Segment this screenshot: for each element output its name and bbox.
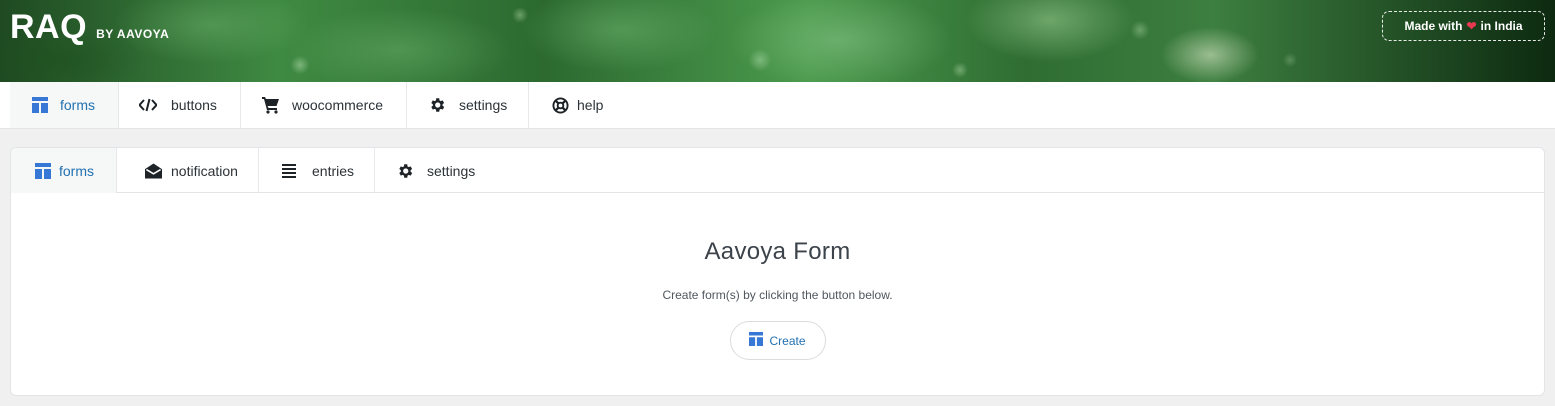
header-banner: RAQ BY AAVOYA Made with ❤ in India [0, 0, 1555, 82]
tab-label: notification [171, 162, 238, 179]
sub-navigation: forms notification entries settings [11, 148, 1544, 193]
tab-settings[interactable]: settings [407, 82, 529, 128]
logo: RAQ BY AAVOYA [10, 8, 169, 47]
forms-layout-icon [31, 96, 49, 114]
subtab-forms[interactable]: forms [11, 148, 117, 193]
empty-state: Aavoya Form Create form(s) by clicking t… [11, 194, 1544, 395]
tab-label: help [577, 97, 604, 113]
tab-label: forms [60, 97, 95, 113]
tab-label: entries [312, 162, 355, 179]
tab-label: settings [459, 97, 508, 113]
banner-background [0, 0, 1555, 82]
list-icon [280, 162, 298, 180]
gear-icon [396, 162, 414, 180]
badge-suffix: in India [1480, 19, 1523, 33]
made-in-india-badge: Made with ❤ in India [1382, 11, 1545, 41]
lifebuoy-icon [551, 96, 569, 114]
envelope-open-icon [144, 162, 162, 180]
empty-state-title: Aavoya Form [704, 238, 851, 265]
code-icon [139, 96, 157, 114]
tab-help[interactable]: help [529, 82, 629, 128]
tab-label: buttons [171, 97, 217, 113]
logo-subtitle: BY AAVOYA [96, 27, 170, 41]
empty-state-description: Create form(s) by clicking the button be… [662, 288, 893, 302]
tab-label: settings [427, 162, 476, 179]
create-button-label: Create [769, 333, 806, 348]
content-card: forms notification entries settings Aavo… [10, 147, 1545, 396]
badge-prefix: Made with [1404, 19, 1463, 33]
tab-buttons[interactable]: buttons [119, 82, 241, 128]
forms-layout-icon [749, 332, 764, 349]
subtab-entries[interactable]: entries [259, 148, 375, 193]
heart-icon: ❤ [1466, 19, 1477, 33]
subtab-notification[interactable]: notification [117, 148, 259, 193]
tab-forms[interactable]: forms [10, 82, 119, 128]
forms-layout-icon [34, 162, 52, 180]
cart-icon [262, 96, 280, 114]
tab-label: woocommerce [292, 97, 384, 113]
main-navigation: forms buttons woocommerce settings help [0, 82, 1555, 129]
subtab-settings[interactable]: settings [375, 148, 495, 193]
gear-icon [428, 96, 446, 114]
tab-label: forms [59, 162, 94, 179]
logo-title: RAQ [10, 8, 88, 46]
tab-woocommerce[interactable]: woocommerce [241, 82, 407, 128]
create-form-button[interactable]: Create [729, 321, 826, 360]
